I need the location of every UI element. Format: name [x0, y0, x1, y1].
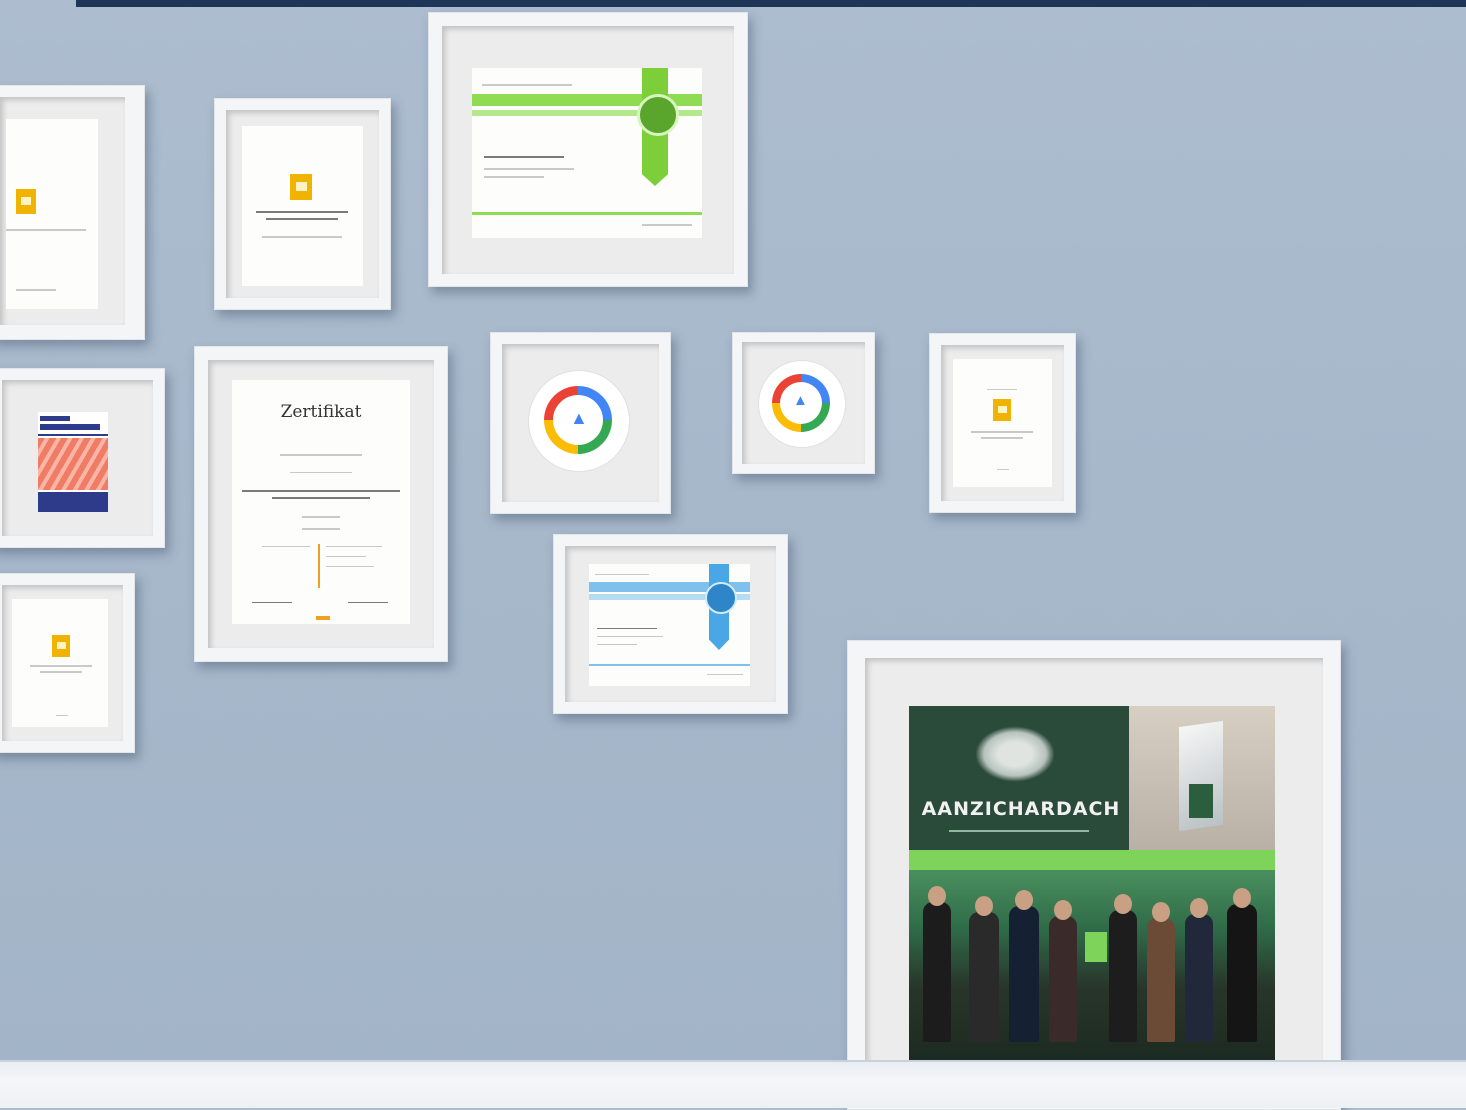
event-photo: AANZICHARDACH: [909, 706, 1275, 1066]
award-icon: [16, 189, 36, 214]
frame-certificate-blue-ribbon: [553, 534, 788, 714]
google-ads-icon: ▲: [772, 374, 830, 432]
certificate-paper: [6, 119, 98, 309]
person: [1227, 904, 1257, 1042]
frame-left-bottom-certificate: [0, 573, 135, 753]
person: [1185, 914, 1213, 1042]
person: [1109, 910, 1137, 1042]
seal-icon: [637, 94, 679, 136]
event-sign-text: AANZICHARDACH: [921, 798, 1121, 820]
certificate-heading: Zertifikat: [280, 402, 362, 422]
signature-left: [252, 602, 292, 603]
certificate-paper: [12, 599, 108, 727]
frame-google-ads-badge-small: ▲: [732, 332, 875, 474]
frame-event-photo: AANZICHARDACH: [847, 640, 1341, 1110]
certificate-paper: [242, 126, 363, 286]
frame-zertifikat: Zertifikat: [194, 346, 448, 662]
award-icon: [993, 399, 1011, 421]
frame-top-company: [0, 368, 165, 548]
frame-certificate-small-yellow: [929, 333, 1076, 513]
award-icon: [52, 635, 70, 657]
frame-certificate-green-ribbon: [428, 12, 748, 287]
person: [969, 912, 999, 1042]
person: [1147, 918, 1175, 1042]
person: [923, 902, 951, 1042]
floor: [0, 1062, 1466, 1108]
certificate-paper: [589, 564, 750, 686]
person: [1049, 916, 1077, 1042]
certificate-paper: [953, 359, 1052, 487]
award-icon: [290, 174, 312, 200]
google-ads-icon: ▲: [544, 386, 612, 454]
event-logo: [975, 726, 1055, 782]
frame-google-ads-badge-large: ▲: [490, 332, 671, 514]
seal-icon: [705, 582, 737, 614]
frame-left-certificate: [0, 85, 145, 340]
person: [1009, 906, 1039, 1042]
certificate-paper: [472, 68, 702, 238]
top-company-badge: [38, 412, 108, 512]
certificate-paper: Zertifikat: [232, 380, 410, 624]
top-navigation-bar: [76, 0, 1466, 7]
signature-right: [348, 602, 388, 603]
frame-certificate-yellow: [214, 98, 391, 310]
